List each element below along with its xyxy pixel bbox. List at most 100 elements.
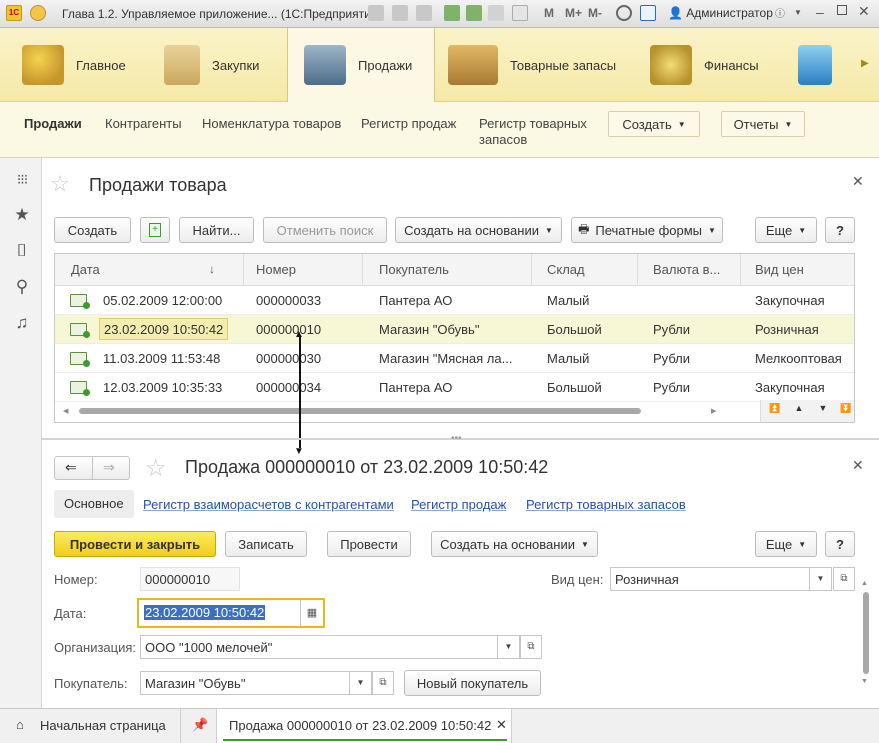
copy-icon[interactable]: [488, 5, 504, 21]
calendar-picker-icon[interactable]: ▦: [300, 600, 323, 626]
col-divider[interactable]: [531, 254, 532, 286]
apps-grid-icon[interactable]: ⁝⁝⁝: [13, 170, 31, 188]
list-help-button[interactable]: ?: [825, 217, 855, 243]
scroll-left-icon[interactable]: ◀: [63, 407, 68, 415]
col-divider[interactable]: [243, 254, 244, 286]
maximize-button[interactable]: [837, 5, 847, 15]
col-currency[interactable]: Валюта в...: [653, 262, 720, 277]
calendar-icon[interactable]: [512, 5, 528, 21]
col-warehouse[interactable]: Склад: [547, 262, 585, 277]
nav-sales[interactable]: Продажи: [24, 116, 82, 132]
list-find-button[interactable]: Найти...: [179, 217, 254, 243]
open-document-tab[interactable]: Продажа 000000010 от 23.02.2009 10:50:42…: [216, 709, 512, 743]
main-menu-icon[interactable]: [30, 5, 46, 21]
price-type-field[interactable]: Розничная ▼: [610, 567, 832, 591]
doc-create-based-button[interactable]: Создать на основании ▼: [431, 531, 598, 557]
section-sales[interactable]: Продажи: [287, 28, 435, 102]
memory-minus-button[interactable]: M-: [588, 6, 602, 20]
user-menu[interactable]: 👤 Администратор: [668, 6, 773, 20]
nav-sales-register[interactable]: Регистр продаж: [361, 116, 456, 132]
sort-desc-icon[interactable]: ↓: [209, 262, 215, 276]
doc-close-icon[interactable]: ✕: [852, 457, 864, 474]
scroll-last-icon[interactable]: ⏬: [836, 403, 854, 414]
doc-scrollbar-thumb[interactable]: [863, 592, 869, 674]
section-finance[interactable]: Финансы: [650, 28, 780, 102]
col-divider[interactable]: [637, 254, 638, 286]
col-date[interactable]: Дата: [71, 262, 100, 277]
section-main[interactable]: Главное: [22, 28, 152, 102]
list-create-based-button[interactable]: Создать на основании ▼: [395, 217, 562, 243]
post-button[interactable]: Провести: [327, 531, 411, 557]
list-favorite-star-icon[interactable]: ☆: [50, 171, 70, 197]
nav-products[interactable]: Номенклатура товаров: [202, 116, 341, 132]
nav-reports-button[interactable]: Отчеты ▼: [721, 111, 805, 137]
nav-inventory-register[interactable]: Регистр товарных запасов: [479, 116, 587, 148]
table-row[interactable]: 12.03.2009 10:35:33 000000034 Пантера АО…: [55, 373, 854, 402]
new-buyer-button[interactable]: Новый покупатель: [404, 670, 541, 696]
scroll-down-icon[interactable]: ▼: [813, 403, 833, 413]
panel-icon[interactable]: [640, 5, 656, 21]
doc-more-button[interactable]: Еще ▼: [755, 531, 817, 557]
section-inventory[interactable]: Товарные запасы: [448, 28, 628, 102]
col-number[interactable]: Номер: [256, 262, 296, 277]
sections-scroll-right-icon[interactable]: ▶: [861, 58, 869, 69]
table-row[interactable]: 05.02.2009 12:00:00 000000033 Пантера АО…: [55, 286, 854, 315]
col-price-type[interactable]: Вид цен: [755, 262, 804, 277]
print-icon[interactable]: [392, 5, 408, 21]
save-icon[interactable]: [368, 5, 384, 21]
preview-icon[interactable]: [416, 5, 432, 21]
list-copy-button[interactable]: +: [140, 217, 170, 243]
col-divider[interactable]: [740, 254, 741, 286]
upload-icon[interactable]: [444, 5, 460, 21]
doc-scroll-down-icon[interactable]: ▼: [861, 678, 868, 685]
scrollbar-thumb[interactable]: [79, 408, 641, 414]
horizontal-scrollbar[interactable]: ◀ ▶: [63, 407, 719, 415]
list-create-button[interactable]: Создать: [54, 217, 131, 243]
table-row[interactable]: 11.03.2009 11:53:48 000000030 Магазин "М…: [55, 344, 854, 373]
section-purchases[interactable]: Закупки: [164, 28, 286, 102]
number-field[interactable]: 000000010: [140, 567, 240, 591]
splitter-grip-icon[interactable]: •••: [451, 433, 462, 444]
forward-arrow-icon[interactable]: ⇒: [103, 459, 115, 476]
favorites-star-icon[interactable]: ★: [13, 206, 31, 224]
table-row-selected[interactable]: 23.02.2009 10:50:42 000000010 Магазин "О…: [55, 315, 854, 344]
save-button[interactable]: Записать: [225, 531, 307, 557]
tab-settlements-register[interactable]: Регистр взаиморасчетов с контрагентами: [143, 497, 394, 512]
buyer-dropdown-icon[interactable]: ▼: [349, 671, 371, 695]
home-tab[interactable]: ⌂ Начальная страница: [0, 709, 181, 743]
tab-main[interactable]: Основное: [54, 490, 134, 518]
buyer-open-icon[interactable]: ⧉: [372, 671, 394, 695]
organization-dropdown-icon[interactable]: ▼: [497, 635, 519, 659]
list-more-button[interactable]: Еще ▼: [755, 217, 817, 243]
download-icon[interactable]: [466, 5, 482, 21]
col-divider[interactable]: [362, 254, 363, 286]
zoom-icon[interactable]: [616, 5, 632, 21]
organization-open-icon[interactable]: ⧉: [520, 635, 542, 659]
doc-favorite-star-icon[interactable]: ☆: [145, 454, 167, 483]
list-print-forms-button[interactable]: 🖶 Печатные формы ▼: [571, 217, 723, 243]
nav-create-button[interactable]: Создать ▼: [608, 111, 700, 137]
tab-sales-register[interactable]: Регистр продаж: [411, 497, 506, 512]
scroll-up-icon[interactable]: ▲: [789, 403, 809, 413]
organization-field[interactable]: ООО "1000 мелочей" ▼: [140, 635, 520, 659]
info-icon[interactable]: ⓘ: [772, 5, 788, 21]
post-and-close-button[interactable]: Провести и закрыть: [54, 531, 216, 557]
price-type-open-icon[interactable]: ⧉: [833, 567, 855, 591]
scroll-right-icon[interactable]: ▶: [711, 407, 716, 415]
history-icon[interactable]: ⌷: [13, 242, 31, 260]
minimize-button[interactable]: –: [816, 4, 824, 20]
search-icon[interactable]: ⚲: [13, 278, 31, 296]
close-window-button[interactable]: ✕: [858, 3, 870, 20]
chevron-down-icon[interactable]: ▼: [790, 5, 806, 21]
price-type-dropdown-icon[interactable]: ▼: [809, 567, 831, 591]
scroll-first-icon[interactable]: ⏫: [765, 403, 785, 414]
date-field[interactable]: 23.02.2009 10:50:42 ▦: [137, 598, 325, 628]
tab-inventory-register[interactable]: Регистр товарных запасов: [526, 497, 686, 512]
memory-plus-button[interactable]: M+: [565, 6, 582, 20]
buyer-field[interactable]: Магазин "Обувь" ▼: [140, 671, 372, 695]
nav-counterparties[interactable]: Контрагенты: [105, 116, 182, 132]
close-tab-icon[interactable]: ✕: [496, 717, 507, 733]
pin-icon[interactable]: 📌: [192, 717, 208, 733]
notifications-bell-icon[interactable]: ♫: [13, 314, 31, 332]
list-cancel-search-button[interactable]: Отменить поиск: [263, 217, 387, 243]
